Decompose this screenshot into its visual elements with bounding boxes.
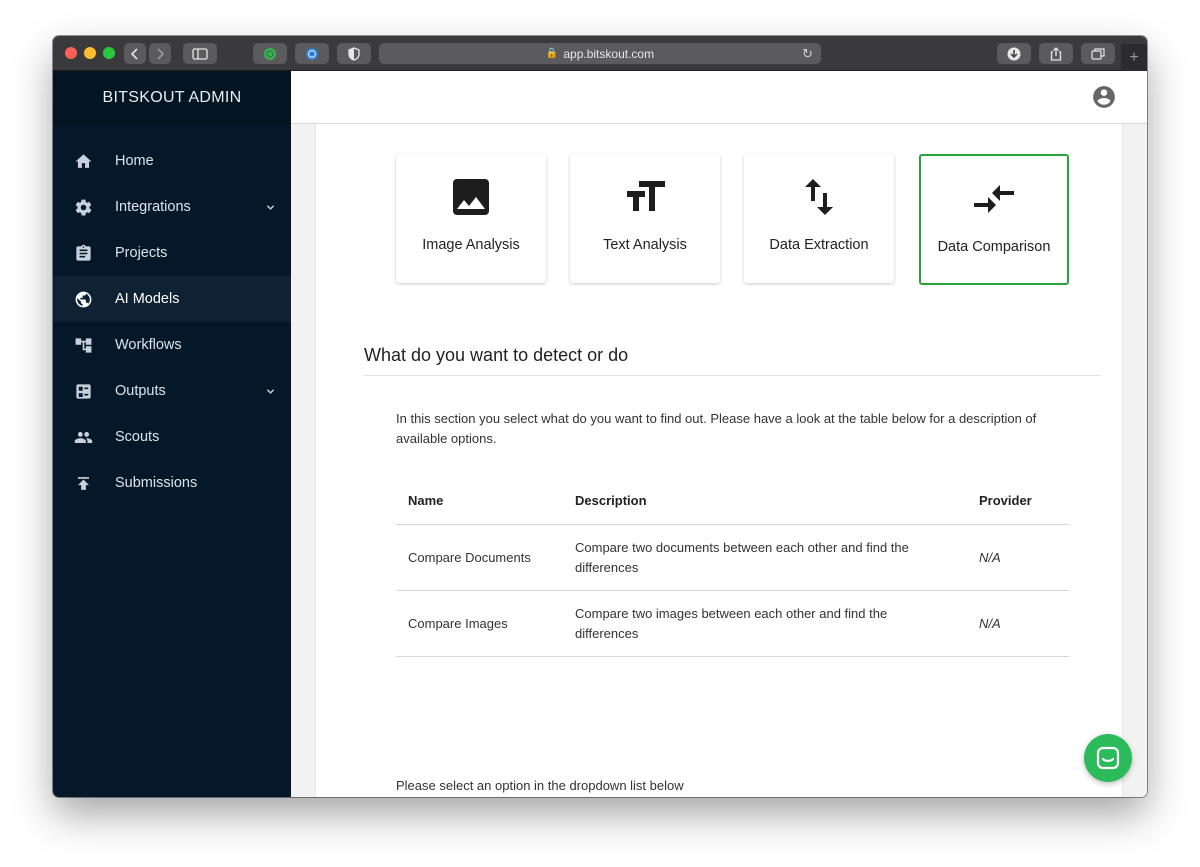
sidebar-item-ai-models[interactable]: AI Models [53,276,291,322]
cell-description: Compare two images between each other an… [575,606,888,641]
sidebar-item-label: Integrations [115,199,191,215]
chevron-left-icon [130,47,138,60]
sidebar-item-label: Home [115,153,154,169]
image-icon [446,172,496,222]
column-header-provider: Provider [979,493,1032,508]
sidebar-item-label: Workflows [115,337,182,353]
chat-icon [1096,746,1120,770]
sidebar-item-integrations[interactable]: Integrations [53,184,291,230]
sidebar-item-projects[interactable]: Projects [53,230,291,276]
model-type-card-data-comparison[interactable]: Data Comparison [919,154,1069,285]
shield-icon [348,46,360,61]
brand-title: BITSKOUT ADMIN [53,71,291,124]
minimize-window-button[interactable] [84,47,96,59]
chevron-down-icon[interactable] [266,200,275,210]
sidebar-item-label: Outputs [115,383,166,399]
sidebar-item-scouts[interactable]: Scouts [53,414,291,460]
url-text: app.bitskout.com [563,46,655,61]
compare-arrows-icon [969,174,1019,224]
sidebar-item-submissions[interactable]: Submissions [53,460,291,506]
cell-provider: N/A [979,616,1001,631]
tabs-icon [1091,47,1105,60]
outputs-icon [73,381,93,401]
back-button[interactable] [124,43,146,64]
extension-green-icon [264,47,276,60]
sidebar-item-outputs[interactable]: Outputs [53,368,291,414]
model-type-card-data-extraction[interactable]: Data Extraction [744,154,894,283]
tabs-overview-button[interactable] [1081,43,1115,64]
sidebar: BITSKOUT ADMIN Home Integrations Project… [53,71,291,797]
sidebar-nav: Home Integrations Projects AI Models Wor… [53,138,291,506]
sidebar-item-workflows[interactable]: Workflows [53,322,291,368]
sidebar-item-label: Projects [115,245,168,261]
clipboard-icon [73,243,93,263]
card-label: Image Analysis [422,237,520,253]
lock-icon: 🔒 [545,48,559,59]
card-label: Text Analysis [603,237,687,253]
card-label: Data Comparison [937,239,1051,255]
gear-icon [73,197,93,217]
chevron-down-icon[interactable] [266,384,275,394]
forward-button[interactable] [149,43,171,64]
card-label: Data Extraction [769,237,869,253]
share-button[interactable] [1039,43,1073,64]
cell-name: Compare Documents [408,550,531,565]
plus-icon: + [1129,48,1139,66]
extension-button[interactable] [295,43,329,64]
table-row: Compare Images Compare two images betwee… [396,591,1069,657]
privacy-shield-button[interactable] [337,43,371,64]
browser-toolbar: 🔒 app.bitskout.com ↻ + [53,36,1147,71]
sidebar-item-label: AI Models [115,291,180,307]
main-content: Image Analysis Text Analysis Data Extrac… [315,124,1123,797]
sidebar-item-home[interactable]: Home [53,138,291,184]
divider [364,375,1101,376]
close-window-button[interactable] [65,47,77,59]
extension-blue-icon [306,47,318,60]
home-icon [73,151,93,171]
sidebar-icon [192,47,208,60]
cell-provider: N/A [979,550,1001,565]
column-header-name: Name [408,493,444,508]
download-icon [1007,47,1021,60]
zoom-window-button[interactable] [103,47,115,59]
new-tab-button[interactable]: + [1121,44,1147,71]
sidebar-item-label: Submissions [115,475,198,491]
workflow-icon [73,335,93,355]
swap-vertical-icon [794,172,844,222]
select-instruction: Please select an option in the dropdown … [396,778,684,793]
cell-description: Compare two documents between each other… [575,540,909,575]
table-header: Name Description Provider [396,477,1069,525]
chat-widget-button[interactable] [1084,734,1132,782]
browser-window: 🔒 app.bitskout.com ↻ + BITSKOUT ADMIN Ho… [53,36,1147,797]
column-header-description: Description [575,492,647,508]
reload-icon[interactable]: ↻ [802,46,813,62]
text-size-icon [620,172,670,222]
address-bar[interactable]: 🔒 app.bitskout.com ↻ [379,43,821,64]
downloads-button[interactable] [997,43,1031,64]
options-table: Name Description Provider Compare Docume… [396,477,1069,657]
table-row: Compare Documents Compare two documents … [396,525,1069,591]
extension-button[interactable] [253,43,287,64]
account-icon[interactable] [1091,84,1117,110]
globe-icon [73,289,93,309]
model-type-card-image-analysis[interactable]: Image Analysis [396,154,546,283]
upload-icon [73,473,93,493]
sidebar-item-label: Scouts [115,429,160,445]
people-icon [73,427,93,447]
cell-name: Compare Images [408,616,508,631]
top-bar [291,71,1147,124]
model-type-card-text-analysis[interactable]: Text Analysis [570,154,720,283]
chevron-right-icon [157,47,165,60]
section-title: What do you want to detect or do [364,345,629,365]
sidebar-toggle-button[interactable] [183,43,217,64]
share-icon [1050,46,1062,61]
section-intro: In this section you select what do you w… [396,411,1037,446]
